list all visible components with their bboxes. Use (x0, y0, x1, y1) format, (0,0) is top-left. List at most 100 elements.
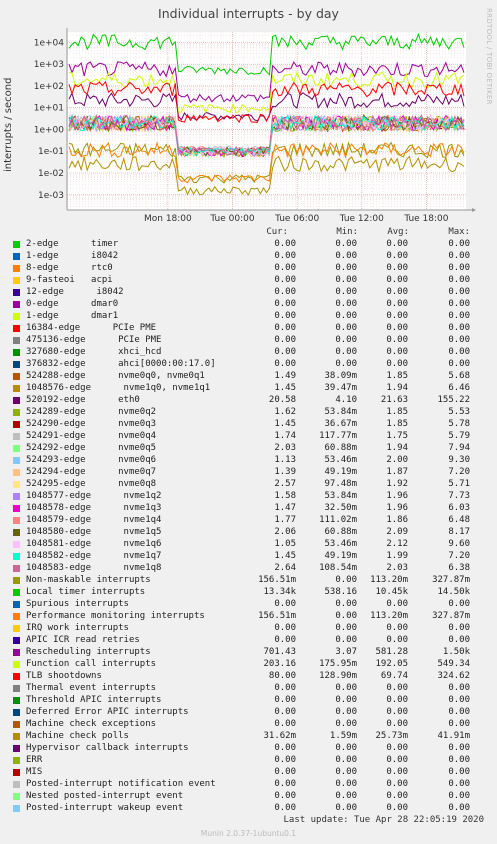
legend-value-avg: 0.00 (386, 719, 408, 729)
legend-value-max: 0.00 (448, 719, 470, 729)
legend-swatch (13, 373, 20, 380)
legend-value-max: 5.78 (448, 419, 470, 429)
legend-value-max: 0.00 (448, 275, 470, 285)
legend-value-avg: 0.00 (386, 623, 408, 633)
legend-series-name: 524288-edge nvme0q0, nvme0q1 (26, 371, 205, 381)
legend-value-avg: 0.00 (386, 779, 408, 789)
legend-swatch (13, 445, 20, 452)
legend-value-avg: 0.00 (386, 287, 408, 297)
legend-swatch (13, 661, 20, 668)
legend-row: 524291-edge nvme0q4 1.74 117.77m 1.75 5.79 (0, 430, 497, 442)
legend-value-max: 0.00 (448, 707, 470, 717)
legend-value-max: 327.87m (432, 575, 470, 585)
legend-value-cur: 0.00 (274, 299, 296, 309)
legend-value-max: 0.00 (448, 755, 470, 765)
legend-value-avg: 0.00 (386, 803, 408, 813)
x-tick-labels: Mon 18:00 Tue 00:00 Tue 06:00 Tue 12:00 Tue … (144, 214, 449, 224)
legend-value-max: 8.17 (448, 527, 470, 537)
legend-row: 1048578-edge nvme1q3 1.47 32.50m 1.96 6.03 (0, 502, 497, 514)
legend-row: 1048579-edge nvme1q4 1.77 111.02m 1.86 6.48 (0, 514, 497, 526)
legend-value-max: 549.34 (437, 659, 470, 669)
legend-value-avg: 1.85 (386, 419, 408, 429)
legend-value-avg: 0.00 (386, 359, 408, 369)
legend-swatch (13, 505, 20, 512)
legend-value-cur: 203.16 (263, 659, 296, 669)
legend-value-max: 0.00 (448, 683, 470, 693)
legend-value-cur: 0.00 (274, 323, 296, 333)
legend-value-avg: 581.28 (375, 647, 408, 657)
legend-value-cur: 1.13 (274, 455, 296, 465)
legend-value-max: 5.79 (448, 431, 470, 441)
legend-value-avg: 0.00 (386, 683, 408, 693)
legend-value-avg: 1.85 (386, 371, 408, 381)
munin-footer: Munin 2.0.37-1ubuntu0.1 (200, 829, 297, 838)
legend-swatch (13, 697, 20, 704)
legend-row: Machine check exceptions 0.00 0.00 0.00 0.00 (0, 718, 497, 730)
legend-value-cur: 0.00 (274, 779, 296, 789)
legend-value-cur: 2.57 (274, 479, 296, 489)
legend-swatch (13, 277, 20, 284)
legend-header-avg: Avg: (387, 227, 409, 237)
legend-series-name: 9-fasteoi acpi (26, 275, 113, 285)
legend-value-avg: 25.73m (375, 731, 408, 741)
legend-value-max: 0.00 (448, 803, 470, 813)
y-tick-label: 1e+03 (34, 60, 64, 70)
legend-series-name: 1048576-edge nvme1q0, nvme1q1 (26, 383, 211, 393)
legend-value-max: 0.00 (448, 767, 470, 777)
legend-swatch (13, 589, 20, 596)
legend-value-avg: 0.00 (386, 755, 408, 765)
legend-swatch (13, 349, 20, 356)
legend-value-max: 1.50k (442, 647, 470, 657)
legend-value-max: 6.46 (448, 383, 470, 393)
legend-swatch (13, 517, 20, 524)
legend-row: Rescheduling interrupts 701.43 3.07 581.28 1… (0, 646, 497, 658)
legend-value-avg: 2.03 (386, 563, 408, 573)
legend-series-name: 12-edge i8042 (26, 287, 124, 297)
legend-row: 520192-edge eth0 20.58 4.10 21.63 155.22 (0, 394, 497, 406)
legend-value-avg: 0.00 (386, 695, 408, 705)
legend-value-max: 0.00 (448, 239, 470, 249)
legend-swatch (13, 553, 20, 560)
legend-value-max: 0.00 (448, 791, 470, 801)
legend-value-max: 0.00 (448, 251, 470, 261)
legend-row: Threshold APIC interrupts 0.00 0.00 0.00 0.0… (0, 694, 497, 706)
legend-series-name: 524289-edge nvme0q2 (26, 407, 157, 417)
legend-swatch (13, 481, 20, 488)
legend-series-name: Hypervisor callback interrupts (26, 743, 189, 753)
legend-swatch (13, 637, 20, 644)
legend-row: 524290-edge nvme0q3 1.45 36.67m 1.85 5.78 (0, 418, 497, 430)
legend-swatch (13, 433, 20, 440)
legend-row: 524289-edge nvme0q2 1.62 53.84m 1.85 5.53 (0, 406, 497, 418)
legend-value-cur: 0.00 (274, 335, 296, 345)
legend-swatch (13, 313, 20, 320)
legend-value-cur: 0.00 (274, 791, 296, 801)
legend-value-cur: 156.51m (258, 575, 296, 585)
legend-swatch (13, 745, 20, 752)
legend-value-avg: 0.00 (386, 635, 408, 645)
legend-value-cur: 1.77 (274, 515, 296, 525)
legend-row: 524295-edge nvme0q8 2.57 97.48m 1.92 5.71 (0, 478, 497, 490)
legend-header-max: Max: (448, 227, 470, 237)
legend-value-max: 7.94 (448, 443, 470, 453)
legend-swatch (13, 385, 20, 392)
legend-value-max: 0.00 (448, 335, 470, 345)
legend-row: 1048583-edge nvme1q8 2.64 108.54m 2.03 6.38 (0, 562, 497, 574)
legend-value-max: 0.00 (448, 623, 470, 633)
legend-row: 1-edge i8042 0.00 0.00 0.00 0.00 (0, 250, 497, 262)
legend-value-cur: 13.34k (263, 587, 296, 597)
legend-row: Function call interrupts 203.16 175.95m 192… (0, 658, 497, 670)
legend-series-name: 1048581-edge nvme1q6 (26, 539, 162, 549)
legend-row: Posted-interrupt wakeup event 0.00 0.00 0.0… (0, 802, 497, 814)
legend-swatch (13, 805, 20, 812)
legend-series-name: 1-edge i8042 (26, 251, 119, 261)
legend-value-avg: 1.86 (386, 515, 408, 525)
y-tick-label: 1e+00 (34, 125, 65, 135)
legend-value-max: 5.71 (448, 479, 470, 489)
legend-value-max: 9.30 (448, 455, 470, 465)
legend-value-max: 0.00 (448, 743, 470, 753)
x-tick-label: Tue 12:00 (339, 214, 384, 224)
legend-row: 16384-edge PCIe PME 0.00 0.00 0.00 0.00 (0, 322, 497, 334)
legend-swatch (13, 781, 20, 788)
legend-series-name: Machine check polls (26, 731, 129, 741)
legend-value-avg: 1.99 (386, 551, 408, 561)
